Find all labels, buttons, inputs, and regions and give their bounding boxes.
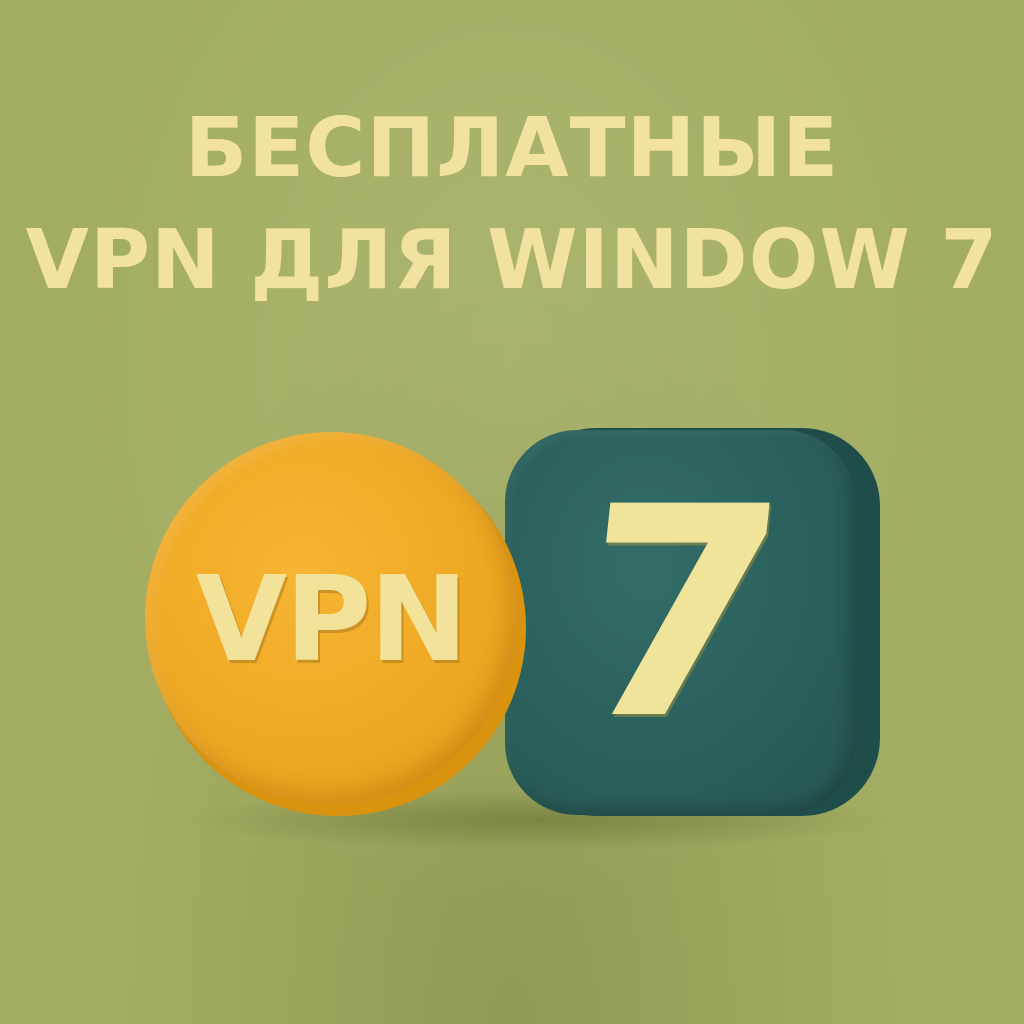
disc-label: VPN — [195, 550, 469, 688]
tile-label: 7 — [561, 446, 799, 783]
vpn-disc: VPN — [145, 432, 517, 804]
headline-line-2: VPN ДЛЯ WINDOW 7 — [25, 213, 999, 308]
headline-line-1: БЕСПЛАТНЫЕ — [184, 101, 840, 196]
windows-7-tile: 7 — [505, 430, 855, 815]
